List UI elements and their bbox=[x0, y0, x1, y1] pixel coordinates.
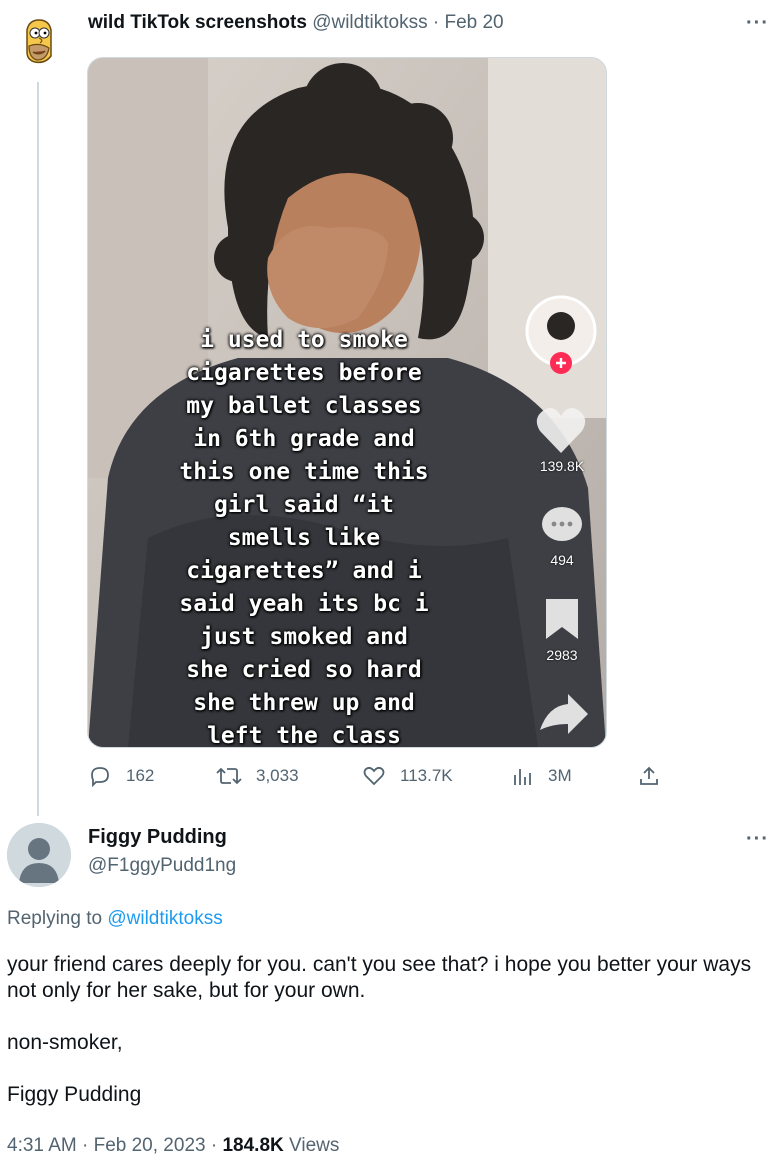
tweet-media-image[interactable]: i used to smoke cigarettes before my bal… bbox=[87, 57, 607, 748]
author-handle[interactable]: @wildtiktokss bbox=[312, 12, 427, 33]
reply-paragraph: non-smoker, bbox=[7, 1031, 123, 1054]
reply-views-label: Views bbox=[283, 1135, 340, 1156]
share-icon bbox=[640, 766, 658, 785]
analytics-icon bbox=[514, 769, 531, 785]
author-name[interactable]: wild TikTok screenshots bbox=[88, 12, 307, 33]
reply-text: your friend cares deeply for you. can't … bbox=[7, 952, 757, 1108]
homer-avatar-icon bbox=[26, 19, 52, 64]
reply-count: 162 bbox=[126, 766, 155, 785]
tweet-date[interactable]: Feb 20 bbox=[444, 12, 503, 33]
views-button[interactable]: 3M bbox=[512, 765, 572, 787]
reply-views-count: 184.8K bbox=[222, 1135, 284, 1156]
reply-more-options-button[interactable]: ··· bbox=[746, 828, 769, 851]
retweet-icon bbox=[216, 767, 242, 785]
tiktok-comment-count: 494 bbox=[550, 552, 574, 568]
replying-to-label: Replying to bbox=[7, 908, 103, 929]
more-options-button[interactable]: ··· bbox=[746, 12, 769, 35]
author-avatar[interactable] bbox=[17, 16, 61, 66]
like-button[interactable]: 113.7K bbox=[362, 765, 453, 787]
reply-paragraph: your friend cares deeply for you. can't … bbox=[7, 953, 752, 1002]
reply-timestamp: 4:31 AM · Feb 20, 2023 · 184.8K Views bbox=[7, 1135, 339, 1157]
view-count: 3M bbox=[548, 766, 572, 785]
tweet-header: wild TikTok screenshots @wildtiktokss · … bbox=[88, 12, 504, 34]
share-button[interactable] bbox=[638, 765, 674, 787]
tiktok-like-count: 139.8K bbox=[539, 458, 585, 474]
reply-author-name[interactable]: Figgy Pudding bbox=[88, 826, 227, 849]
like-count: 113.7K bbox=[400, 766, 453, 785]
video-caption: i used to smoke cigarettes before my bal… bbox=[179, 327, 429, 748]
retweet-button[interactable]: 3,033 bbox=[216, 765, 299, 787]
heart-icon bbox=[363, 766, 385, 786]
tweet-actions: 162 3,033 113.7K 3M bbox=[88, 765, 668, 789]
retweet-count: 3,033 bbox=[256, 766, 299, 785]
reply-icon bbox=[91, 767, 109, 787]
replying-to-link[interactable]: @wildtiktokss bbox=[107, 908, 222, 929]
reply-time[interactable]: 4:31 AM · Feb 20, 2023 · bbox=[7, 1135, 222, 1156]
reply-author-handle[interactable]: @F1ggyPudd1ng bbox=[88, 855, 236, 877]
thread-line bbox=[37, 82, 39, 816]
replying-to: Replying to @wildtiktokss bbox=[7, 908, 223, 930]
default-avatar-icon bbox=[7, 823, 71, 887]
reply-author-avatar[interactable] bbox=[7, 823, 71, 887]
reply-paragraph: Figgy Pudding bbox=[7, 1083, 142, 1106]
reply-button[interactable]: 162 bbox=[88, 765, 154, 787]
separator-dot: · bbox=[427, 12, 445, 33]
tiktok-save-count: 2983 bbox=[546, 647, 578, 663]
